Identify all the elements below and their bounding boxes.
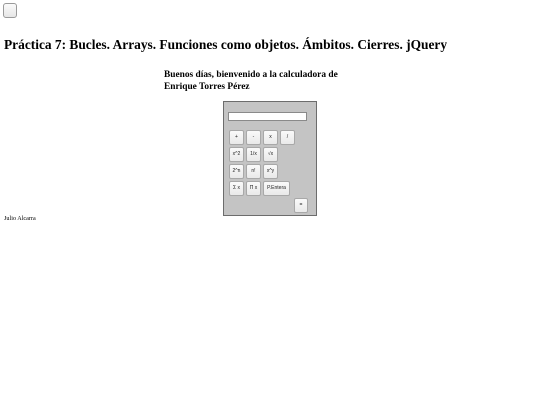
- power-button[interactable]: x^y: [263, 164, 278, 179]
- multiply-button[interactable]: x: [263, 130, 278, 145]
- pow2n-button[interactable]: 2^n: [229, 164, 244, 179]
- integer-part-button[interactable]: P.Entera: [263, 181, 290, 196]
- sqrt-button[interactable]: √x: [263, 147, 278, 162]
- equals-button[interactable]: =: [294, 198, 308, 213]
- divide-button[interactable]: /: [280, 130, 295, 145]
- calculator-panel: + - x / x^2 1/x √x 2^n n! x^y Σ x Π x P.…: [223, 101, 317, 216]
- welcome-line-1: Buenos días, bienvenido a la calculadora…: [164, 70, 338, 80]
- top-left-button[interactable]: [3, 3, 17, 18]
- add-button[interactable]: +: [229, 130, 244, 145]
- square-button[interactable]: x^2: [229, 147, 244, 162]
- product-button[interactable]: Π x: [246, 181, 261, 196]
- welcome-line-2: Enrique Torres Pérez: [164, 82, 250, 92]
- page-title: Práctica 7: Bucles. Arrays. Funciones co…: [4, 37, 448, 52]
- subtract-button[interactable]: -: [246, 130, 261, 145]
- author-footer: Julio Alcarra: [4, 215, 36, 222]
- factorial-button[interactable]: n!: [246, 164, 261, 179]
- welcome-message: Buenos días, bienvenido a la calculadora…: [164, 69, 364, 93]
- sum-button[interactable]: Σ x: [229, 181, 244, 196]
- calculator-display[interactable]: [228, 112, 307, 121]
- reciprocal-button[interactable]: 1/x: [246, 147, 261, 162]
